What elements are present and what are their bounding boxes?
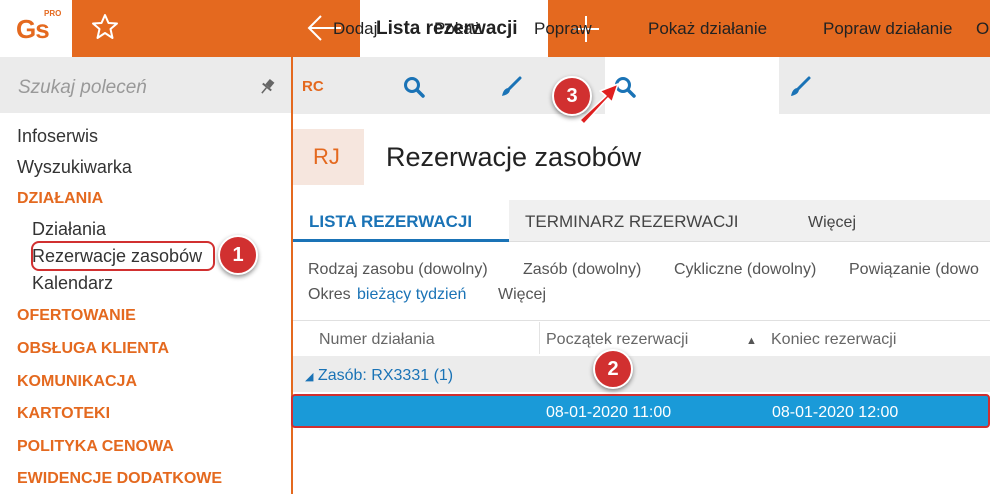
brush-icon	[502, 76, 522, 96]
sidebar-item-kalendarz[interactable]: Kalendarz	[32, 273, 113, 294]
column-header-number[interactable]: Numer działania	[319, 331, 435, 349]
sidebar-section-komunikacja[interactable]: KOMUNIKACJA	[17, 373, 137, 391]
sidebar-item-infoserwis[interactable]: Infoserwis	[17, 126, 98, 147]
sort-ascending-icon[interactable]: ▲	[746, 335, 757, 347]
add-button[interactable]: Dodaj	[333, 19, 377, 39]
show-action-label: Pokaż działanie	[648, 19, 768, 38]
filter-period-label: Okres	[308, 286, 351, 303]
filter-link[interactable]: Powiązanie (dowo	[849, 261, 979, 279]
tab-more[interactable]: Więcej	[808, 214, 856, 232]
group-count: (1)	[433, 367, 454, 384]
cell-end: 08-01-2020 12:00	[772, 404, 899, 421]
collapse-triangle-icon[interactable]: ◢	[305, 371, 313, 383]
star-icon[interactable]	[90, 12, 120, 42]
logo-superscript: PRO	[44, 9, 62, 18]
logo-text: Gs	[16, 14, 50, 44]
group-row[interactable]: ◢ Zasób: RX3331 (1)	[293, 356, 990, 392]
search-icon	[404, 77, 425, 98]
filter-resource-type[interactable]: Rodzaj zasobu (dowolny)	[308, 261, 488, 279]
sidebar-item-wyszukiwarka[interactable]: Wyszukiwarka	[17, 157, 132, 178]
sidebar-item-rezerwacje-zasobow[interactable]: Rezerwacje zasobów	[32, 246, 202, 267]
group-row-label: ◢ Zasób: RX3331 (1)	[305, 367, 453, 385]
tab-lista-rezerwacji-list[interactable]: LISTA REZERWACJI	[293, 200, 509, 242]
overflow-button[interactable]: O	[976, 19, 989, 39]
group-label: Zasób:	[317, 367, 367, 384]
sidebar-section-ofertowanie[interactable]: OFERTOWANIE	[17, 307, 136, 325]
edit-action-button[interactable]: Popraw działanie	[823, 19, 952, 39]
edit-button[interactable]: Popraw	[534, 19, 592, 39]
group-value: RX3331	[371, 367, 430, 384]
show-button[interactable]: Pokaż	[434, 19, 481, 39]
filter-more[interactable]: Więcej	[498, 286, 546, 304]
tab-terminarz-rezerwacji[interactable]: TERMINARZ REZERWACJI	[525, 212, 738, 232]
tab-label: LISTA REZERWACJI	[309, 212, 473, 231]
filter-resource[interactable]: Zasób (dowolny)	[523, 261, 641, 279]
sidebar-section-kartoteki[interactable]: KARTOTEKI	[17, 405, 110, 423]
filter-period-value[interactable]: bieżący tydzień	[357, 286, 466, 304]
filter-cyclic[interactable]: Cykliczne (dowolny)	[674, 261, 816, 279]
sidebar-section-polityka-cenowa[interactable]: POLITYKA CENOWA	[17, 438, 174, 456]
grid-empty-area	[293, 430, 990, 494]
sidebar-section-ewidencje-dodatkowe[interactable]: EWIDENCJE DODATKOWE	[17, 470, 222, 488]
active-tab-underline	[293, 239, 509, 242]
sidebar-section-dzialania[interactable]: DZIAŁANIA	[17, 190, 103, 208]
callout-badge-2: 2	[593, 349, 633, 389]
cell-start: 08-01-2020 11:00	[546, 404, 672, 421]
page-title: Rezerwacje zasobów	[386, 142, 642, 172]
page-badge-text: RJ	[313, 144, 340, 169]
column-divider	[539, 322, 540, 354]
column-header-start[interactable]: Początek rezerwacji	[546, 331, 688, 349]
page-badge: RJ	[293, 129, 364, 185]
pin-icon[interactable]	[258, 78, 276, 96]
rc-icon: RC	[302, 78, 324, 95]
callout-badge-1: 1	[218, 235, 258, 275]
app-logo: Gs PRO	[0, 0, 72, 57]
search-placeholder: Szukaj poleceń	[18, 77, 147, 98]
table-row[interactable]: 08-01-2020 11:00 08-01-2020 12:00	[291, 394, 990, 428]
brush-icon	[791, 76, 811, 96]
command-search-input[interactable]: Szukaj poleceń	[0, 57, 291, 113]
callout-badge-3: 3	[552, 76, 592, 116]
sidebar-item-dzialania[interactable]: Działania	[32, 219, 106, 240]
sidebar-divider	[291, 57, 293, 494]
sidebar-section-obsluga-klienta[interactable]: OBSŁUGA KLIENTA	[17, 340, 169, 358]
column-header-end[interactable]: Koniec rezerwacji	[771, 331, 896, 349]
